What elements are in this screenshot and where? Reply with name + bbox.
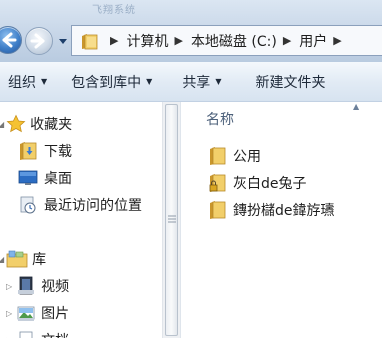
nav-item-label: 文档 — [41, 330, 69, 338]
nav-item-label: 图片 — [41, 306, 70, 322]
recent-places-icon — [18, 195, 38, 215]
breadcrumb-users[interactable]: 用户 — [299, 31, 327, 51]
navigation-pane: ◢ 收藏夹 下载 桌面 最近访问的位置 ◢ 库 ▷ 视频 ▷ 图片 — [0, 102, 162, 338]
arrow-right-icon — [30, 33, 45, 49]
back-button[interactable] — [0, 26, 22, 54]
file-name: 灰白de兔子 — [233, 176, 307, 192]
folder-icon — [209, 146, 227, 166]
arrow-left-icon — [2, 32, 17, 48]
new-folder-label: 新建文件夹 — [255, 74, 326, 91]
nav-libraries-label: 库 — [32, 252, 47, 268]
file-name: 公用 — [233, 149, 261, 165]
expand-arrow-icon[interactable]: ◢ — [0, 255, 4, 264]
nav-item-downloads[interactable]: 下载 — [18, 141, 72, 161]
documents-library-icon — [16, 330, 36, 338]
star-icon — [6, 114, 26, 134]
column-header-name[interactable]: 名称 — [206, 109, 234, 129]
organize-button[interactable]: 组织 ▼ — [8, 72, 47, 92]
nav-libraries[interactable]: ◢ 库 — [0, 249, 46, 269]
nav-item-videos[interactable]: ▷ 视频 — [6, 276, 69, 296]
locked-folder-icon — [209, 173, 227, 193]
desktop-icon — [18, 168, 38, 188]
expand-arrow-icon[interactable]: ▷ — [6, 309, 12, 318]
nav-item-desktop[interactable]: 桌面 — [18, 168, 72, 188]
window-title: 飞翔系统 — [92, 5, 136, 16]
breadcrumb-local-disk[interactable]: 本地磁盘 (C:) — [191, 31, 277, 51]
breadcrumb-separator[interactable]: ▶ — [174, 34, 182, 47]
chevron-down-icon: ▼ — [215, 77, 222, 86]
include-in-library-label: 包含到库中 — [71, 74, 142, 91]
forward-button[interactable] — [25, 27, 53, 55]
libraries-icon — [6, 249, 28, 269]
breadcrumb-separator[interactable]: ▶ — [110, 34, 118, 47]
nav-favorites[interactable]: ◢ 收藏夹 — [0, 114, 72, 134]
share-label: 共享 — [182, 74, 211, 91]
list-item[interactable]: 公用 — [209, 146, 261, 166]
expand-arrow-icon[interactable]: ▷ — [6, 282, 12, 291]
chevron-down-icon: ▼ — [146, 77, 153, 86]
history-dropdown-icon[interactable] — [58, 37, 68, 45]
nav-item-label: 桌面 — [44, 171, 72, 187]
breadcrumb-computer[interactable]: 计算机 — [126, 31, 168, 51]
sort-ascending-icon: ▲ — [353, 102, 360, 111]
nav-item-documents[interactable]: ▷ 文档 — [6, 330, 69, 338]
breadcrumb-separator[interactable]: ▶ — [283, 34, 291, 47]
nav-scrollbar[interactable] — [162, 102, 180, 338]
videos-library-icon — [16, 276, 36, 296]
folder-icon — [80, 32, 100, 50]
organize-label: 组织 — [8, 74, 36, 91]
chevron-down-icon: ▼ — [41, 77, 48, 86]
address-bar[interactable]: ▶ 计算机 ▶ 本地磁盘 (C:) ▶ 用户 ▶ — [71, 25, 382, 56]
downloads-folder-icon — [18, 141, 38, 161]
nav-item-label: 最近访问的位置 — [44, 198, 142, 214]
title-bar: 飞翔系统 ▶ 计算机 ▶ 本地磁盘 (C:) ▶ 用户 ▶ — [0, 0, 382, 62]
nav-favorites-label: 收藏夹 — [30, 117, 73, 133]
nav-item-label: 视频 — [41, 279, 70, 295]
grip-icon — [168, 215, 176, 223]
file-name: 鏄扮櫧de鍏斿瓙 — [233, 203, 335, 219]
command-bar: 组织 ▼ 包含到库中 ▼ 共享 ▼ 新建文件夹 — [0, 62, 382, 102]
scrollbar-thumb[interactable] — [165, 104, 178, 336]
breadcrumb-separator[interactable]: ▶ — [333, 34, 341, 47]
nav-item-pictures[interactable]: ▷ 图片 — [6, 303, 69, 323]
folder-icon — [209, 200, 227, 220]
include-in-library-button[interactable]: 包含到库中 ▼ — [71, 72, 152, 92]
nav-item-recent-places[interactable]: 最近访问的位置 — [18, 195, 142, 215]
list-item[interactable]: 灰白de兔子 — [209, 173, 307, 193]
expand-arrow-icon[interactable]: ◢ — [0, 120, 4, 129]
pictures-library-icon — [16, 303, 36, 323]
nav-item-label: 下载 — [44, 144, 72, 160]
new-folder-button[interactable]: 新建文件夹 — [255, 72, 325, 92]
file-list: ▲ 名称 公用 灰白de兔子 鏄扮櫧de鍏斿瓙 — [180, 102, 382, 338]
share-button[interactable]: 共享 ▼ — [182, 72, 221, 92]
list-item[interactable]: 鏄扮櫧de鍏斿瓙 — [209, 200, 335, 220]
